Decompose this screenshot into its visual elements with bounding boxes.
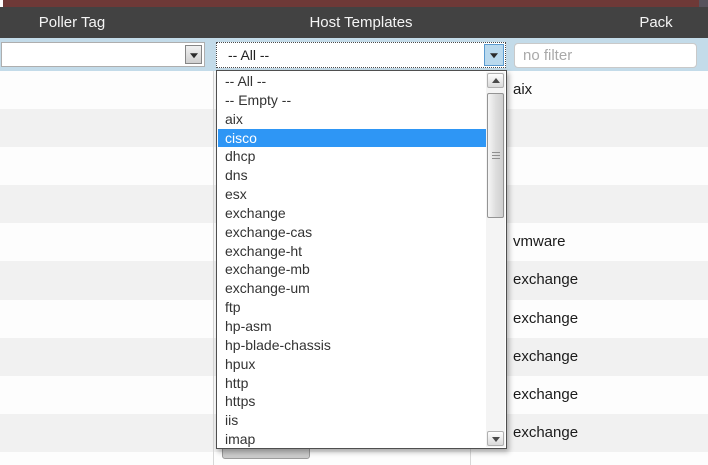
- chevron-down-icon: [490, 53, 498, 58]
- dropdown-option[interactable]: exchange-mb: [218, 260, 486, 279]
- host-templates-filter-value: -- All --: [228, 43, 269, 67]
- dropdown-option[interactable]: http: [218, 374, 486, 393]
- arrow-up-icon: [492, 78, 500, 83]
- dropdown-option[interactable]: dhcp: [218, 147, 486, 166]
- dropdown-option[interactable]: -- All --: [218, 72, 486, 91]
- dropdown-option[interactable]: -- Empty --: [218, 91, 486, 110]
- scrollbar-down-button[interactable]: [487, 431, 504, 446]
- dropdown-option[interactable]: hp-asm: [218, 317, 486, 336]
- scrollbar-grip-icon: [492, 152, 500, 160]
- dropdown-option[interactable]: dns: [218, 166, 486, 185]
- dropdown-options: -- All ---- Empty --aixciscodhcpdnsesxex…: [218, 72, 486, 447]
- dropdown-option[interactable]: imap: [218, 430, 486, 447]
- dropdown-scrollbar[interactable]: [486, 72, 505, 447]
- poller-tag-select-arrow-button[interactable]: [185, 45, 202, 64]
- filter-row: -- All --: [0, 38, 708, 71]
- column-divider-1: [213, 71, 214, 465]
- dropdown-option[interactable]: exchange-um: [218, 279, 486, 298]
- dropdown-option[interactable]: esx: [218, 185, 486, 204]
- dropdown-option[interactable]: exchange-cas: [218, 223, 486, 242]
- dropdown-option[interactable]: iis: [218, 411, 486, 430]
- top-accent-bar-main: [3, 0, 699, 7]
- table-header-row: Poller Tag Host Templates Pack: [0, 7, 708, 38]
- dropdown-option[interactable]: aix: [218, 110, 486, 129]
- dropdown-option[interactable]: hp-blade-chassis: [218, 336, 486, 355]
- top-accent-bar-end: [699, 0, 708, 7]
- host-list-screen: Poller Tag Host Templates Pack -- All --…: [0, 0, 708, 465]
- dropdown-option[interactable]: exchange-ht: [218, 242, 486, 261]
- scrollbar-up-button[interactable]: [487, 73, 504, 88]
- top-accent-bar: [0, 0, 708, 7]
- arrow-down-icon: [492, 437, 500, 442]
- column-header-host-templates: Host Templates: [309, 7, 412, 38]
- dropdown-option[interactable]: exchange: [218, 204, 486, 223]
- poller-tag-filter-select[interactable]: [1, 42, 205, 67]
- scrollbar-thumb[interactable]: [487, 93, 504, 218]
- column-header-poller-tag: Poller Tag: [39, 7, 105, 38]
- host-templates-dropdown-list: -- All ---- Empty --aixciscodhcpdnsesxex…: [216, 70, 507, 449]
- pack-filter-input[interactable]: [514, 43, 697, 68]
- host-templates-select-arrow-button[interactable]: [484, 44, 504, 66]
- host-templates-filter-select[interactable]: -- All --: [216, 42, 506, 68]
- dropdown-option[interactable]: ftp: [218, 298, 486, 317]
- column-header-pack: Pack: [639, 7, 672, 38]
- dropdown-option[interactable]: https: [218, 392, 486, 411]
- dropdown-option[interactable]: hpux: [218, 355, 486, 374]
- table-row: [0, 452, 708, 465]
- chevron-down-icon: [190, 53, 198, 58]
- dropdown-option[interactable]: cisco: [218, 129, 486, 148]
